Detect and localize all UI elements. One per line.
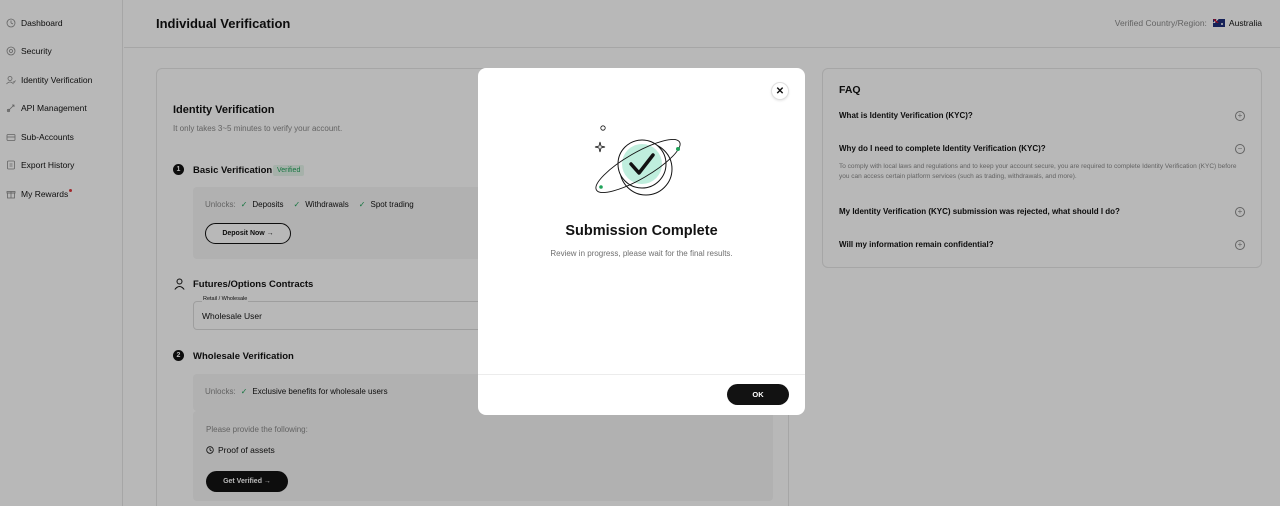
ok-button[interactable]: OK <box>727 384 789 405</box>
submission-complete-dialog: ✕ Submission Complete Review in progress… <box>478 68 805 415</box>
close-icon[interactable]: ✕ <box>771 82 789 100</box>
modal-divider <box>478 374 805 375</box>
modal-title: Submission Complete <box>565 223 718 239</box>
modal-subtitle: Review in progress, please wait for the … <box>550 249 733 258</box>
success-illustration <box>594 125 681 196</box>
